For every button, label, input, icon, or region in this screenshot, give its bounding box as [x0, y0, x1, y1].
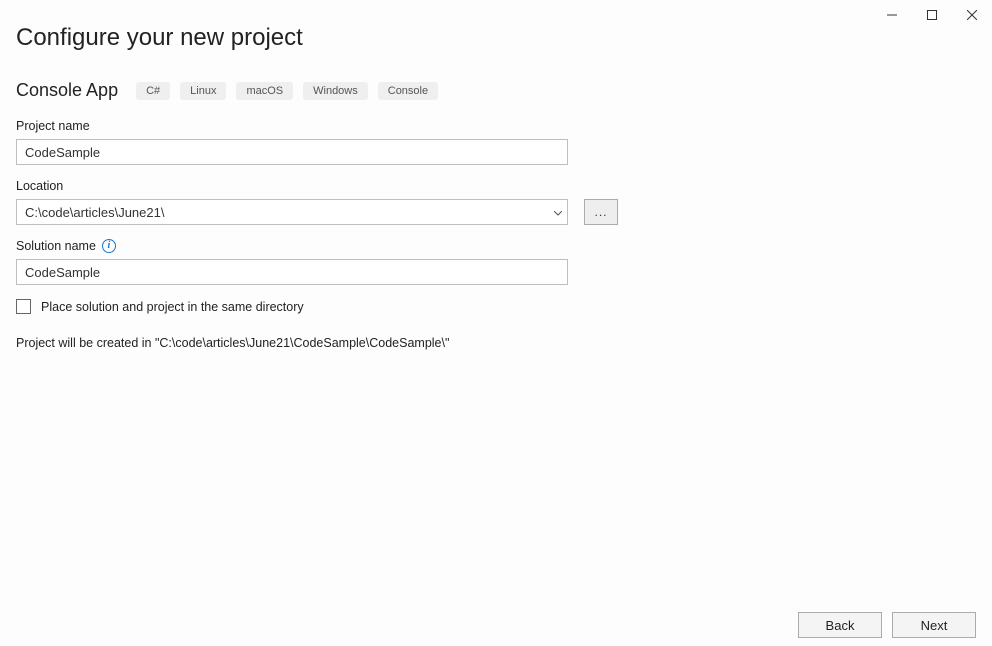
- template-row: Console App C# Linux macOS Windows Conso…: [16, 80, 976, 101]
- solution-name-input[interactable]: [16, 259, 568, 285]
- location-label: Location: [16, 179, 976, 193]
- minimize-button[interactable]: [872, 0, 912, 30]
- same-directory-label[interactable]: Place solution and project in the same d…: [41, 300, 304, 314]
- info-icon[interactable]: i: [102, 239, 116, 253]
- browse-button[interactable]: ...: [584, 199, 618, 225]
- template-name: Console App: [16, 80, 118, 101]
- tag-csharp: C#: [136, 82, 170, 100]
- next-button[interactable]: Next: [892, 612, 976, 638]
- back-button[interactable]: Back: [798, 612, 882, 638]
- project-name-label: Project name: [16, 119, 976, 133]
- solution-name-label-text: Solution name: [16, 239, 96, 253]
- close-button[interactable]: [952, 0, 992, 30]
- tag-windows: Windows: [303, 82, 368, 100]
- same-directory-checkbox[interactable]: [16, 299, 31, 314]
- maximize-button[interactable]: [912, 0, 952, 30]
- tag-console: Console: [378, 82, 438, 100]
- creation-path-note: Project will be created in "C:\code\arti…: [16, 336, 976, 350]
- tag-macos: macOS: [236, 82, 293, 100]
- project-name-input[interactable]: [16, 139, 568, 165]
- solution-name-label: Solution name i: [16, 239, 976, 253]
- tag-linux: Linux: [180, 82, 226, 100]
- page-title: Configure your new project: [16, 24, 976, 52]
- location-input[interactable]: [16, 199, 568, 225]
